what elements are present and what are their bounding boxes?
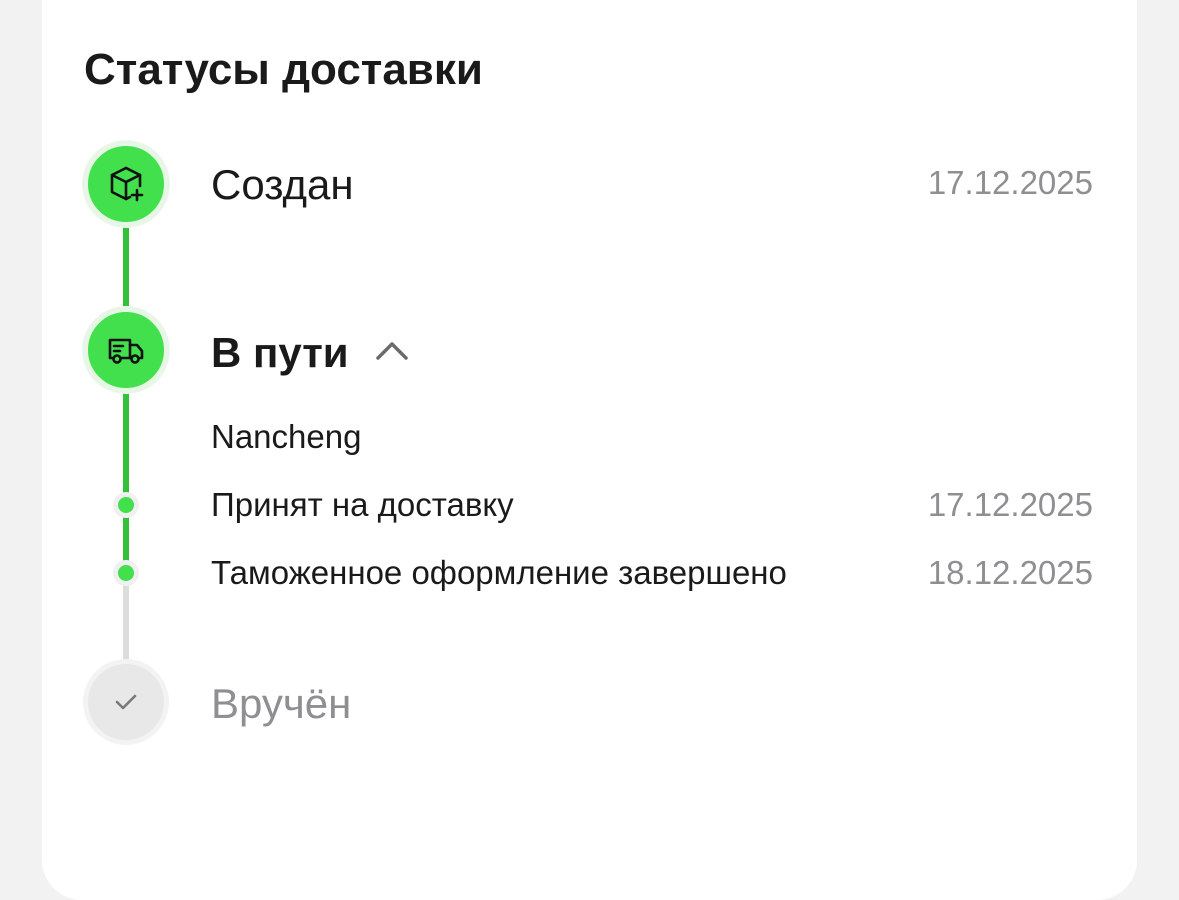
event-dot bbox=[113, 560, 139, 586]
event-label: Таможенное оформление завершено bbox=[211, 554, 787, 591]
event-date: 17.12.2025 bbox=[927, 486, 1093, 523]
transit-location: Nancheng bbox=[211, 418, 362, 455]
status-node-created bbox=[83, 141, 169, 227]
timeline-track-in-transit bbox=[123, 390, 129, 574]
delivery-status-card bbox=[42, 0, 1137, 900]
package-plus-icon bbox=[110, 166, 144, 202]
timeline-track-pending bbox=[123, 574, 129, 666]
status-node-delivered bbox=[83, 659, 169, 745]
event-label: Принят на доставку bbox=[211, 486, 514, 523]
check-icon bbox=[115, 694, 137, 710]
event-date: 18.12.2025 bbox=[927, 554, 1093, 591]
status-node-in-transit bbox=[83, 307, 169, 393]
card-title: Статусы доставки bbox=[84, 45, 483, 94]
status-label-created: Создан bbox=[211, 161, 354, 208]
timeline-track-done bbox=[123, 222, 129, 314]
status-label-in-transit: В пути bbox=[211, 329, 349, 376]
event-dot bbox=[113, 492, 139, 518]
chevron-up-icon[interactable] bbox=[374, 336, 410, 366]
truck-icon bbox=[108, 338, 144, 364]
status-date-created: 17.12.2025 bbox=[927, 164, 1093, 201]
status-label-delivered: Вручён bbox=[211, 680, 352, 727]
